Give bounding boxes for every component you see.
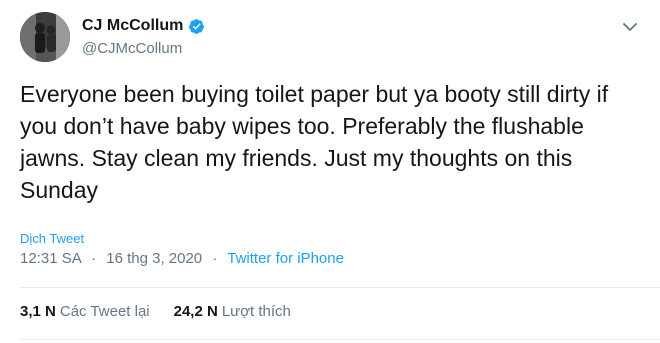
author-display-name[interactable]: CJ McCollum <box>82 17 183 35</box>
tweet-meta: 12:31 SA · 16 thg 3, 2020 · Twitter for … <box>20 250 344 267</box>
likes-count: 24,2 N <box>173 303 218 320</box>
tweet-text: Everyone been buying toilet paper but ya… <box>20 81 609 203</box>
retweets-count: 3,1 N <box>20 303 56 320</box>
retweets-stat[interactable]: 3,1 N Các Tweet lại <box>20 303 150 320</box>
divider <box>20 339 660 340</box>
profile-photo-icon <box>20 12 70 62</box>
author-handle[interactable]: @CJMcCollum <box>82 40 182 57</box>
translate-tweet-link[interactable]: Dịch Tweet <box>20 231 84 246</box>
chevron-down-icon[interactable] <box>620 17 640 37</box>
divider <box>20 287 660 288</box>
verified-badge-icon <box>188 18 205 35</box>
meta-separator: · <box>91 250 97 267</box>
tweet-stats: 3,1 N Các Tweet lại 24,2 N Lượt thích <box>20 303 291 320</box>
likes-stat[interactable]: 24,2 N Lượt thích <box>174 303 291 320</box>
tweet-date[interactable]: 16 thg 3, 2020 <box>106 250 202 267</box>
meta-separator: · <box>212 250 218 267</box>
tweet-time[interactable]: 12:31 SA <box>20 250 81 267</box>
likes-label: Lượt thích <box>221 303 291 320</box>
author-name-row: CJ McCollum <box>82 17 205 35</box>
tweet-card: CJ McCollum @CJMcCollum Everyone been bu… <box>0 0 660 343</box>
tweet-source-link[interactable]: Twitter for iPhone <box>227 250 344 267</box>
retweets-label: Các Tweet lại <box>59 303 150 320</box>
avatar[interactable] <box>20 12 70 62</box>
